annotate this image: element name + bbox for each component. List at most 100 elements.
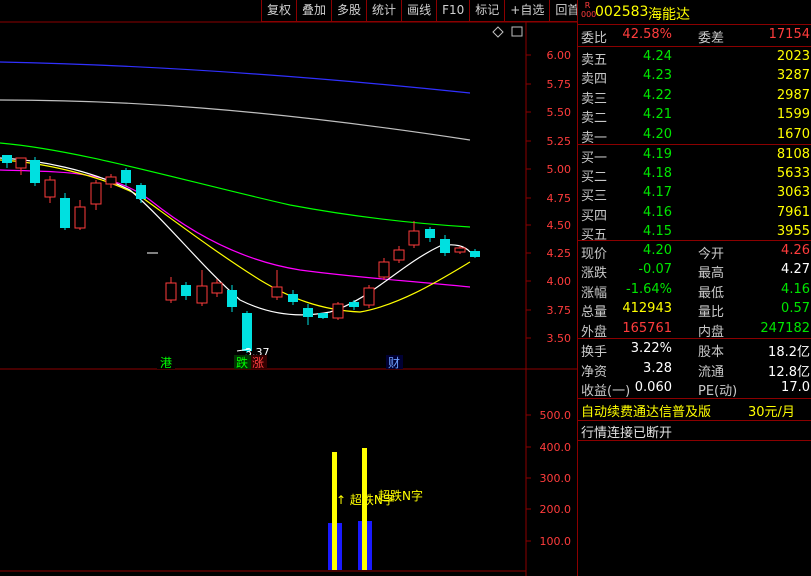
price-axis-label: 5.50 — [547, 106, 572, 119]
stat-value: 165761 — [622, 320, 672, 336]
ask-volume: 1670 — [776, 126, 810, 142]
ask-volume: 1599 — [776, 107, 810, 123]
window-toggle-icon[interactable] — [511, 26, 523, 37]
candle-up — [393, 249, 405, 261]
bid-level-row: 买一 4.19 8108 — [578, 145, 811, 166]
ask-level-label: 卖四 — [581, 72, 608, 88]
price-axis-label: 5.75 — [547, 78, 572, 91]
fundamental-stat-row: 净资 3.28 流通 12.8亿 — [578, 359, 811, 380]
stat-label: 涨跌 — [581, 266, 608, 282]
bid-price: 4.19 — [643, 147, 672, 162]
candle-up — [271, 286, 283, 298]
kline-chart[interactable]: 6.00 5.75 5.50 5.25 5.00 4.75 4.50 4.25 4.00 3.75… — [0, 0, 577, 576]
stat-value: 412943 — [622, 301, 672, 317]
candle-up — [363, 287, 375, 306]
candle-up — [165, 282, 177, 301]
bid-price: 4.18 — [643, 166, 672, 182]
stat-label: 总量 — [581, 305, 608, 321]
stat-label: 今开 — [698, 247, 725, 262]
stat-value: 0.060 — [634, 380, 672, 396]
indicator-axis-label: 100.0 — [540, 535, 572, 548]
ask-level-row: 卖四 4.23 3287 — [578, 66, 811, 87]
ask-price: 4.21 — [643, 107, 672, 123]
candle-up — [90, 182, 102, 205]
stat-label: PE(动) — [698, 384, 738, 400]
promo-text[interactable]: 自动续费通达信普及版 — [581, 401, 711, 420]
stat-label: 现价 — [581, 247, 608, 262]
indicator-axis-label: 500.0 — [540, 409, 572, 422]
promo-price[interactable]: 30元/月 — [748, 401, 795, 420]
ask-price: 4.23 — [643, 68, 672, 84]
stat-value: 3.22% — [630, 341, 672, 356]
bid-price: 4.17 — [643, 185, 672, 201]
candle-down — [227, 290, 237, 307]
ask-level-row: 卖二 4.21 1599 — [578, 105, 811, 126]
badge-bottom: 000 — [581, 10, 597, 19]
event-tag-hk[interactable]: 港 — [160, 356, 172, 370]
promo-row[interactable]: 自动续费通达信普及版 30元/月 — [578, 399, 811, 420]
stat-value: 4.27 — [781, 262, 810, 278]
candle-up — [105, 176, 117, 185]
bid-level-row: 买三 4.17 3063 — [578, 183, 811, 204]
stat-label: 流通 — [698, 364, 725, 380]
candle-up — [44, 179, 56, 198]
price-axis-label: 4.75 — [547, 192, 572, 205]
candle-down — [2, 155, 12, 163]
candle-up — [74, 206, 86, 229]
badge-top: R — [584, 1, 591, 10]
indicator-bars: ↑ 超跌N字 超跌N字 — [328, 448, 423, 570]
diamond-icon[interactable] — [492, 26, 504, 38]
bid-level-label: 买四 — [581, 208, 608, 224]
order-ratio-row: 委比 42.58% 委差 17154 — [578, 25, 811, 46]
stat-value: 4.16 — [781, 281, 810, 297]
candle-down — [349, 302, 359, 307]
candle-down — [30, 160, 40, 183]
candle-down — [288, 294, 298, 302]
price-axis-label: 4.25 — [547, 247, 572, 260]
event-tag-finance[interactable]: 财 — [388, 356, 400, 370]
price-axis-label: 4.50 — [547, 219, 572, 232]
bid-volume: 7961 — [776, 204, 810, 220]
stat-label: 换手 — [581, 345, 608, 360]
candle-down — [121, 170, 131, 183]
rights-badge: R 000 — [581, 1, 597, 19]
ask-level-label: 卖二 — [581, 111, 608, 127]
stat-value: 4.26 — [781, 243, 810, 258]
price-axis-label: 5.00 — [547, 163, 572, 176]
indicator-axis-label: 400.0 — [540, 441, 572, 454]
stock-header: R 000 002583 海能达 — [578, 0, 811, 24]
order-diff-label: 委差 — [698, 31, 725, 46]
price-axis-label: 4.00 — [547, 275, 572, 288]
fundamental-stat-row: 收益(一) 0.060 PE(动) 17.0 — [578, 378, 811, 399]
bid-level-row: 买四 4.16 7961 — [578, 203, 811, 224]
ask-level-label: 卖一 — [581, 130, 608, 146]
ask-level-label: 卖五 — [581, 53, 608, 68]
connection-status-row: 行情连接已断开 — [578, 420, 811, 441]
indicator-bar-yellow — [362, 448, 367, 570]
stock-code: 002583 — [595, 4, 649, 20]
ask-level-label: 卖三 — [581, 91, 608, 107]
stat-label: 最低 — [698, 285, 725, 301]
connection-status: 行情连接已断开 — [581, 426, 673, 441]
price-stat-row: 涨跌 -0.07 最高 4.27 — [578, 260, 811, 281]
bid-level-label: 买一 — [581, 151, 608, 166]
candle-up — [332, 303, 344, 319]
ask-price: 4.22 — [643, 87, 672, 103]
price-axis-label: 3.75 — [547, 304, 572, 317]
bid-volume: 3955 — [776, 223, 810, 239]
candle-up — [454, 247, 466, 253]
candle-down — [470, 251, 480, 257]
order-diff-value: 17154 — [768, 27, 810, 42]
ask-price: 4.24 — [643, 49, 672, 64]
ask-level-row: 卖一 4.20 1670 — [578, 125, 811, 146]
event-tag-down[interactable]: 跌 — [236, 355, 248, 370]
price-stat-row: 外盘 165761 内盘 247182 — [578, 319, 811, 340]
price-stat-row: 总量 412943 量比 0.57 — [578, 299, 811, 320]
indicator-axis-label: 200.0 — [540, 503, 572, 516]
ma60-line — [0, 142, 471, 228]
bid-volume: 8108 — [776, 147, 810, 162]
event-tag-up[interactable]: 涨 — [252, 355, 264, 370]
ask-level-row: 卖三 4.22 2987 — [578, 86, 811, 107]
ma120-line — [0, 99, 471, 141]
indicator-axis-label: 300.0 — [540, 472, 572, 485]
